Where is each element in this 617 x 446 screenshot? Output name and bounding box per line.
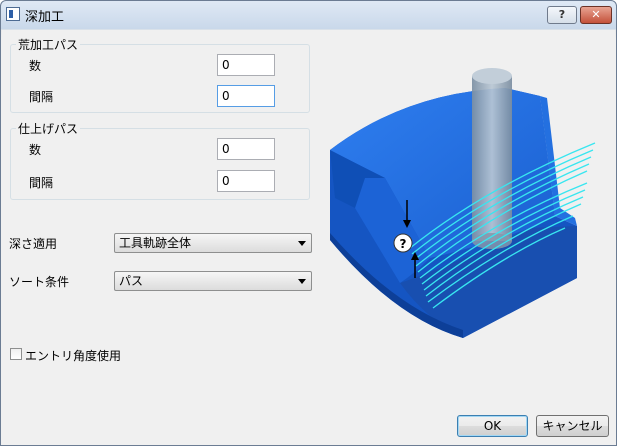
depth-apply-value: 工具軌跡全体 bbox=[119, 236, 192, 250]
finish-pass-group-title: 仕上げパス bbox=[16, 120, 81, 137]
depth-apply-select[interactable]: 工具軌跡全体 bbox=[114, 233, 312, 253]
deep-machining-illustration: ? bbox=[330, 68, 596, 338]
help-marker-icon: ? bbox=[393, 233, 413, 253]
chevron-down-icon bbox=[298, 241, 306, 246]
finish-pass-group: 仕上げパス 数 0 間隔 0 bbox=[10, 120, 310, 200]
finish-interval-input[interactable]: 0 bbox=[217, 170, 275, 192]
help-button[interactable]: ? bbox=[547, 6, 577, 24]
close-button[interactable]: ✕ bbox=[580, 6, 612, 24]
finish-interval-label: 間隔 bbox=[29, 176, 54, 190]
depth-apply-label: 深さ適用 bbox=[9, 237, 58, 251]
sort-condition-label: ソート条件 bbox=[9, 275, 70, 289]
rough-pass-group-title: 荒加工パス bbox=[16, 36, 81, 53]
dialog-window: 深加工 ? ✕ 荒加工パス 数 0 間隔 0 仕上げパス 数 0 間隔 0 深さ… bbox=[0, 0, 617, 446]
finish-count-input[interactable]: 0 bbox=[217, 138, 275, 160]
entry-angle-checkbox[interactable] bbox=[10, 348, 22, 360]
rough-pass-group: 荒加工パス 数 0 間隔 0 bbox=[10, 36, 310, 113]
chevron-down-icon bbox=[298, 279, 306, 284]
rough-count-input[interactable]: 0 bbox=[217, 54, 275, 76]
workpiece-block bbox=[330, 88, 577, 338]
app-icon bbox=[6, 7, 20, 21]
cancel-button[interactable]: キャンセル bbox=[536, 415, 609, 437]
rough-interval-label: 間隔 bbox=[29, 90, 54, 104]
rough-count-label: 数 bbox=[29, 59, 42, 73]
sort-condition-value: パス bbox=[119, 274, 144, 288]
entry-angle-label[interactable]: エントリ角度使用 bbox=[25, 347, 121, 364]
window-title: 深加工 bbox=[25, 10, 65, 25]
help-marker-text: ? bbox=[400, 237, 407, 251]
rough-interval-input[interactable]: 0 bbox=[217, 85, 275, 107]
finish-count-label: 数 bbox=[29, 143, 42, 157]
title-bar[interactable]: 深加工 ? ✕ bbox=[1, 1, 616, 29]
sort-condition-select[interactable]: パス bbox=[114, 271, 312, 291]
dialog-client-area: 荒加工パス 数 0 間隔 0 仕上げパス 数 0 間隔 0 深さ適用 工具軌跡全… bbox=[2, 30, 615, 444]
ok-button[interactable]: OK bbox=[457, 415, 528, 437]
